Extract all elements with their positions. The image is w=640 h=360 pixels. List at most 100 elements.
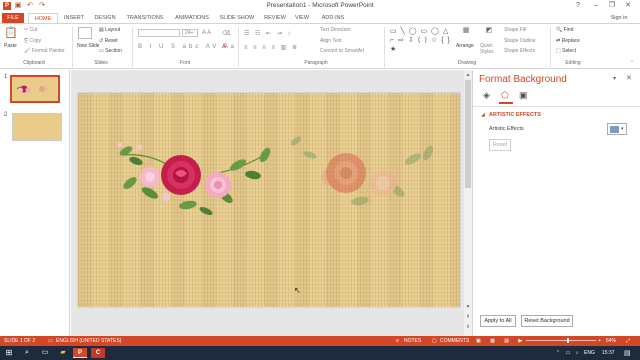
fit-slide-icon[interactable]: ⤢ xyxy=(626,337,630,345)
scrollbar-thumb[interactable] xyxy=(465,80,471,188)
clock[interactable]: 15:37 xyxy=(602,350,615,356)
powerpoint-taskbar-icon[interactable]: P xyxy=(73,348,87,358)
layout-label: Layout xyxy=(105,27,121,33)
find-button[interactable]: 🔍 Find xyxy=(556,27,573,33)
format-background-pane: Format Background ▾ ✕ ◈ ⬠ ▣ ◢ ARTISTIC E… xyxy=(472,70,640,336)
tab-animations[interactable]: ANIMATIONS xyxy=(172,13,212,23)
text-direction-button[interactable]: Text Direction xyxy=(320,27,350,33)
convert-smartart-button[interactable]: Convert to SmartArt xyxy=(320,48,364,54)
shapes-gallery[interactable]: ▭ ╲ ◯ ▭ ◯ △ ⌐ ⇨ ⇩ ⟨ ⟩ ☆ { } ★ xyxy=(390,27,454,54)
arrange-icon[interactable]: ▦ xyxy=(459,27,473,39)
brush-icon: 🖌 xyxy=(24,48,32,54)
zoom-in-icon[interactable]: + xyxy=(598,337,601,345)
help-button[interactable]: ? xyxy=(572,1,584,11)
zoom-out-icon[interactable]: − xyxy=(520,337,523,345)
section-button[interactable]: ▭ Section xyxy=(99,48,122,54)
find-icon: 🔍 xyxy=(556,27,564,33)
zoom-slider-track[interactable] xyxy=(526,340,596,341)
picture-icon[interactable]: ▣ xyxy=(519,90,528,101)
align-text-button[interactable]: Align Text xyxy=(320,38,342,44)
reset-background-button[interactable]: Reset Background xyxy=(521,315,573,327)
new-slide-button[interactable]: New Slide xyxy=(77,43,100,49)
next-slide-icon[interactable]: ⇟ xyxy=(465,324,471,330)
tab-transitions[interactable]: TRANSITIONS xyxy=(124,13,166,23)
tab-review[interactable]: REVIEW xyxy=(262,13,288,23)
close-window-button[interactable]: ✕ xyxy=(622,1,634,11)
tab-home[interactable]: HOME xyxy=(28,13,58,23)
shape-effects-button[interactable]: Shape Effects xyxy=(504,48,535,54)
app-c-taskbar-icon[interactable]: C xyxy=(91,348,105,358)
paste-icon[interactable]: 📋 xyxy=(4,27,18,39)
slide-thumbnail-2[interactable] xyxy=(12,113,62,141)
quick-styles-icon[interactable]: ◩ xyxy=(482,27,496,39)
copy-button[interactable]: ⎘ Copy xyxy=(24,38,41,44)
slide-thumbnail-1[interactable] xyxy=(10,75,60,103)
fill-icon[interactable]: ◈ xyxy=(483,90,490,101)
align-icons[interactable]: ≡ ≡ ≡ ≡ ▥ ≣ xyxy=(244,44,299,51)
status-bar: SLIDE 1 OF 2 ▭ ENGLISH (UNITED STATES) ≡… xyxy=(0,336,640,346)
tab-insert[interactable]: INSERT xyxy=(62,13,86,23)
clear-format-icon[interactable]: ⌫ xyxy=(222,30,230,37)
slide-canvas[interactable] xyxy=(78,93,460,307)
paste-button[interactable]: Paste xyxy=(4,43,17,49)
zoom-slider-thumb[interactable] xyxy=(567,338,569,343)
windows-start-icon[interactable]: ⊞ xyxy=(2,348,16,358)
comments-button[interactable]: COMMENTS xyxy=(440,337,469,345)
view-buttons[interactable]: ▣ ▦ ▤ ▶ xyxy=(476,337,526,345)
font-color-icon[interactable]: A xyxy=(222,44,226,50)
cut-button[interactable]: ✂ Cut xyxy=(24,27,37,33)
artistic-effects-dropdown[interactable]: ▾ xyxy=(607,123,627,135)
notes-button[interactable]: NOTES xyxy=(404,337,421,345)
shape-outline-button[interactable]: Shape Outline xyxy=(504,38,536,44)
effects-icon[interactable]: ⬠ xyxy=(501,90,509,101)
keyboard-language[interactable]: ENG xyxy=(584,350,595,356)
list-icons[interactable]: ☰ ☷ ⇤ ⇥ ↕ xyxy=(244,30,292,37)
pane-close-icon[interactable]: ✕ xyxy=(626,74,632,82)
reset-effects-button[interactable]: Reset xyxy=(489,139,511,151)
select-label: Select xyxy=(562,48,577,54)
tab-slide-show[interactable]: SLIDE SHOW xyxy=(218,13,256,23)
language-icon: ▭ xyxy=(48,338,53,344)
format-painter-button[interactable]: 🖌 Format Painter xyxy=(24,48,65,54)
select-button[interactable]: ⬚ Select xyxy=(556,48,576,54)
slide-number: 1 xyxy=(4,74,8,80)
layout-button[interactable]: ▤ Layout xyxy=(99,27,120,33)
restore-button[interactable]: ❐ xyxy=(606,1,618,11)
reset-slide-button[interactable]: ↺ Reset xyxy=(99,38,118,44)
tab-add-ins[interactable]: ADD-INS xyxy=(318,13,348,23)
tab-file[interactable]: FILE xyxy=(2,13,24,23)
font-size-input[interactable]: 24+ xyxy=(182,29,198,37)
task-view-icon[interactable]: ▭ xyxy=(38,348,52,358)
search-icon[interactable]: ⌕ xyxy=(20,348,34,358)
window-title: Presentation1 - Microsoft PowerPoint xyxy=(266,2,374,9)
scroll-up-icon[interactable]: ▲ xyxy=(465,72,471,78)
minimize-button[interactable]: – xyxy=(590,1,602,11)
zoom-level[interactable]: 64% xyxy=(606,337,616,345)
collapse-ribbon-icon[interactable]: ⌃ xyxy=(630,60,634,66)
new-slide-icon[interactable] xyxy=(78,27,92,39)
editor-scrollbar[interactable]: ▲ ▼ ⇞ ⇟ xyxy=(464,70,472,336)
reset-label: Reset xyxy=(104,38,118,44)
replace-button[interactable]: ⇄ Replace xyxy=(556,38,580,44)
sign-in-link[interactable]: Sign in xyxy=(604,13,634,23)
grow-font-icon[interactable]: A A xyxy=(202,30,211,36)
tab-design[interactable]: DESIGN xyxy=(92,13,118,23)
shape-fill-button[interactable]: Shape Fill xyxy=(504,27,526,33)
artistic-effects-header[interactable]: ARTISTIC EFFECTS xyxy=(489,112,541,118)
quick-styles-button[interactable]: Quick Styles xyxy=(480,43,502,55)
arrange-button[interactable]: Arrange xyxy=(456,43,474,49)
slide-thumbnails-pane: 1 2 xyxy=(0,70,70,336)
tray-icons[interactable]: ⌃ ▭ ♪ xyxy=(556,350,580,356)
roses-image[interactable] xyxy=(78,93,460,307)
group-separator xyxy=(384,27,385,67)
pane-options-icon[interactable]: ▾ xyxy=(613,75,616,82)
collapse-icon[interactable]: ◢ xyxy=(481,112,485,118)
language-status[interactable]: ENGLISH (UNITED STATES) xyxy=(56,337,121,345)
previous-slide-icon[interactable]: ⇞ xyxy=(465,314,471,320)
tab-view[interactable]: VIEW xyxy=(292,13,312,23)
file-explorer-icon[interactable]: ▰ xyxy=(56,348,70,358)
font-name-input[interactable] xyxy=(138,29,180,37)
notifications-icon[interactable]: ▤ xyxy=(624,349,631,357)
apply-to-all-button[interactable]: Apply to All xyxy=(480,315,516,327)
scroll-down-icon[interactable]: ▼ xyxy=(465,304,471,310)
